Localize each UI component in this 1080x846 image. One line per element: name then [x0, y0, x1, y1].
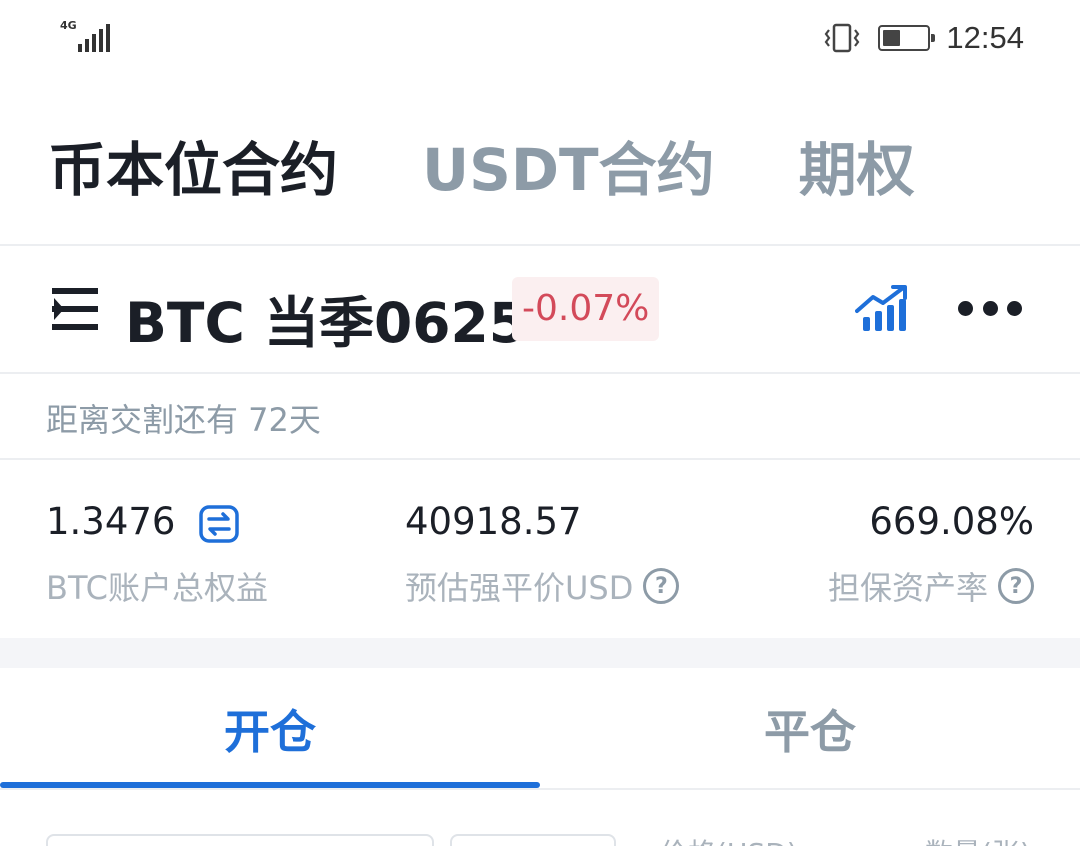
divider: [0, 788, 1080, 790]
more-options-icon[interactable]: [958, 294, 1022, 322]
section-separator: [0, 638, 1080, 668]
margin-ratio-value: 669.08%: [869, 500, 1034, 543]
status-clock: 12:54: [946, 20, 1024, 55]
liquidation-price-value: 40918.57: [405, 500, 582, 543]
order-type-select[interactable]: [46, 834, 434, 846]
battery-level: [883, 30, 901, 46]
transfer-icon[interactable]: [199, 504, 239, 543]
divider: [0, 244, 1080, 246]
account-equity-value: 1.3476: [46, 500, 239, 543]
contract-title[interactable]: BTC 当季0625: [125, 278, 527, 358]
kline-chart-icon[interactable]: [855, 285, 909, 333]
tab-options[interactable]: 期权: [799, 123, 915, 207]
vibrate-icon: [825, 23, 860, 53]
account-equity-label: BTC账户总权益: [46, 569, 268, 607]
tab-usdt-margined[interactable]: USDT合约: [422, 123, 715, 207]
price-column-label: 价格(USD): [660, 832, 798, 846]
margin-ratio-label: 担保资产率 ?: [828, 563, 1034, 609]
status-bar: 4G 12:54: [0, 0, 1080, 78]
liquidation-price-label-text: 预估强平价USD: [405, 569, 634, 607]
network-type: 4G: [60, 19, 77, 32]
price-change-badge: -0.07%: [512, 277, 660, 341]
contract-type-tabs: 币本位合约 USDT合约 期权: [0, 110, 1080, 220]
margin-ratio-label-text: 担保资产率: [827, 569, 988, 607]
menu-icon[interactable]: [52, 286, 100, 332]
delivery-countdown: 距离交割还有 72天: [46, 401, 321, 439]
amount-column-label: 数量(张): [925, 832, 1031, 846]
signal-indicator: 4G: [60, 20, 120, 54]
liquidation-price-label: 预估强平价USD ?: [405, 563, 680, 609]
signal-bars-icon: [78, 24, 110, 52]
divider: [0, 458, 1080, 460]
help-icon[interactable]: ?: [643, 568, 680, 604]
tab-close-position[interactable]: 平仓: [540, 668, 1080, 790]
app-screen: 4G 12:54 币本位合约 USDT合约 期权 BTC 当季0625 -0.0…: [0, 0, 1080, 846]
help-icon[interactable]: ?: [998, 568, 1034, 604]
tab-open-position[interactable]: 开仓: [0, 668, 540, 790]
divider: [0, 372, 1080, 374]
leverage-select[interactable]: [450, 834, 616, 846]
tab-coin-margined[interactable]: 币本位合约: [48, 123, 338, 207]
equity-value-text: 1.3476: [46, 500, 176, 543]
battery-icon: [878, 25, 936, 51]
trade-tabs: 开仓 平仓: [0, 668, 1080, 790]
